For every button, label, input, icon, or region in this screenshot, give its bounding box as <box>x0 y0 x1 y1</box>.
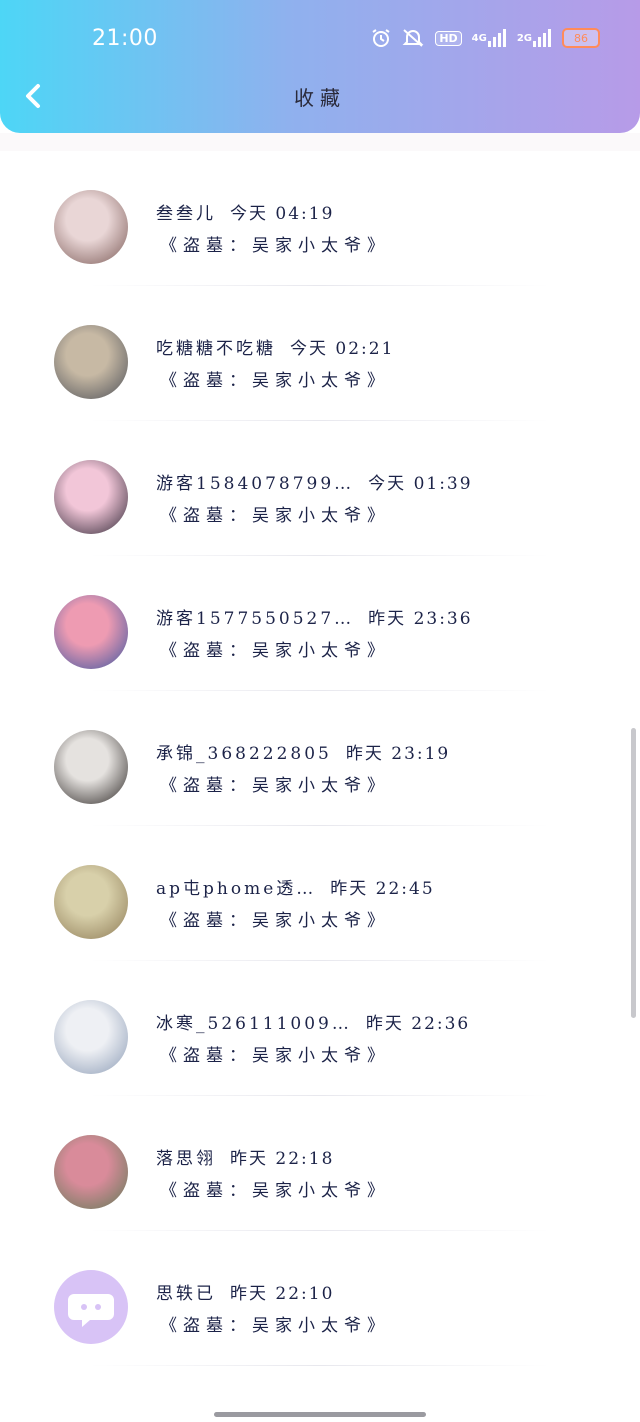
item-header: 落思翎 昨天 22:18 <box>156 1144 334 1169</box>
avatar[interactable] <box>54 1135 128 1209</box>
item-header: 叁叁儿 今天 04:19 <box>156 199 334 224</box>
list-item[interactable]: 游客1584078799… 今天 01:39 《盗墓：吴家小太爷》 <box>0 421 640 556</box>
favorites-list: 叁叁儿 今天 04:19 《盗墓：吴家小太爷》 吃糖糖不吃糖 今天 02:21 《盗… <box>0 151 640 1366</box>
item-header: 吃糖糖不吃糖 今天 02:21 <box>156 334 394 359</box>
home-indicator[interactable] <box>214 1412 426 1417</box>
user-name: 游客1584078799… <box>156 474 355 494</box>
item-time: 今天 02:21 <box>290 339 395 359</box>
item-header: 游客1577550527… 昨天 23:36 <box>156 604 473 629</box>
chat-bubble-icon <box>68 1294 114 1327</box>
list-item[interactable]: 叁叁儿 今天 04:19 《盗墓：吴家小太爷》 <box>0 151 640 286</box>
item-time: 昨天 22:45 <box>330 879 435 899</box>
hd-badge: HD <box>435 30 462 46</box>
header-gap <box>0 133 640 151</box>
app-header: 21:00 HD 4G 2G 86 收藏 <box>0 0 640 133</box>
user-name: ap屯phome透… <box>156 879 317 899</box>
book-title[interactable]: 《盗墓：吴家小太爷》 <box>160 366 390 391</box>
user-name: 承锦_368222805 <box>156 744 332 764</box>
item-time: 昨天 23:19 <box>345 744 451 764</box>
list-item[interactable]: 冰寒_526111009… 昨天 22:36 《盗墓：吴家小太爷》 <box>0 961 640 1096</box>
avatar[interactable] <box>54 1270 128 1344</box>
scrollbar[interactable] <box>631 728 636 1018</box>
mute-bell-icon <box>401 28 425 48</box>
avatar[interactable] <box>54 325 128 399</box>
book-title[interactable]: 《盗墓：吴家小太爷》 <box>160 636 390 661</box>
item-time: 昨天 22:10 <box>230 1284 335 1304</box>
battery-icon: 86 <box>562 28 600 48</box>
item-header: 思轶已 昨天 22:10 <box>156 1279 334 1304</box>
item-header: 冰寒_526111009… 昨天 22:36 <box>156 1009 470 1034</box>
user-name: 游客1577550527… <box>156 609 355 629</box>
item-header: 承锦_368222805 昨天 23:19 <box>156 739 450 764</box>
avatar[interactable] <box>54 190 128 264</box>
book-title[interactable]: 《盗墓：吴家小太爷》 <box>160 906 390 931</box>
item-time: 今天 04:19 <box>230 204 335 224</box>
user-name: 冰寒_526111009… <box>156 1014 352 1034</box>
user-name: 落思翎 <box>156 1149 216 1169</box>
list-item[interactable]: 承锦_368222805 昨天 23:19 《盗墓：吴家小太爷》 <box>0 691 640 826</box>
item-header: ap屯phome透… 昨天 22:45 <box>156 874 435 899</box>
list-item[interactable]: ap屯phome透… 昨天 22:45 《盗墓：吴家小太爷》 <box>0 826 640 961</box>
status-time: 21:00 <box>92 26 158 51</box>
page-title: 收藏 <box>294 86 346 110</box>
item-time: 昨天 22:36 <box>365 1014 471 1034</box>
avatar[interactable] <box>54 460 128 534</box>
item-time: 昨天 22:18 <box>230 1149 335 1169</box>
user-name: 思轶已 <box>156 1284 216 1304</box>
user-name: 吃糖糖不吃糖 <box>156 339 276 359</box>
avatar[interactable] <box>54 595 128 669</box>
book-title[interactable]: 《盗墓：吴家小太爷》 <box>160 231 390 256</box>
signal-4g-icon: 4G <box>472 29 507 47</box>
book-title[interactable]: 《盗墓：吴家小太爷》 <box>160 771 390 796</box>
avatar[interactable] <box>54 730 128 804</box>
divider <box>90 1365 550 1366</box>
user-name: 叁叁儿 <box>156 204 216 224</box>
alarm-icon <box>371 28 391 48</box>
item-header: 游客1584078799… 今天 01:39 <box>156 469 473 494</box>
list-item[interactable]: 落思翎 昨天 22:18 《盗墓：吴家小太爷》 <box>0 1096 640 1231</box>
item-time: 今天 01:39 <box>368 474 473 494</box>
avatar[interactable] <box>54 1000 128 1074</box>
book-title[interactable]: 《盗墓：吴家小太爷》 <box>160 1041 390 1066</box>
list-item[interactable]: 游客1577550527… 昨天 23:36 《盗墓：吴家小太爷》 <box>0 556 640 691</box>
list-item[interactable]: 思轶已 昨天 22:10 《盗墓：吴家小太爷》 <box>0 1231 640 1366</box>
signal-2g-icon: 2G <box>517 29 552 47</box>
status-icons: HD 4G 2G 86 <box>371 28 600 48</box>
book-title[interactable]: 《盗墓：吴家小太爷》 <box>160 501 390 526</box>
book-title[interactable]: 《盗墓：吴家小太爷》 <box>160 1176 390 1201</box>
avatar[interactable] <box>54 865 128 939</box>
item-time: 昨天 23:36 <box>368 609 473 629</box>
book-title[interactable]: 《盗墓：吴家小太爷》 <box>160 1311 390 1336</box>
list-item[interactable]: 吃糖糖不吃糖 今天 02:21 《盗墓：吴家小太爷》 <box>0 286 640 421</box>
